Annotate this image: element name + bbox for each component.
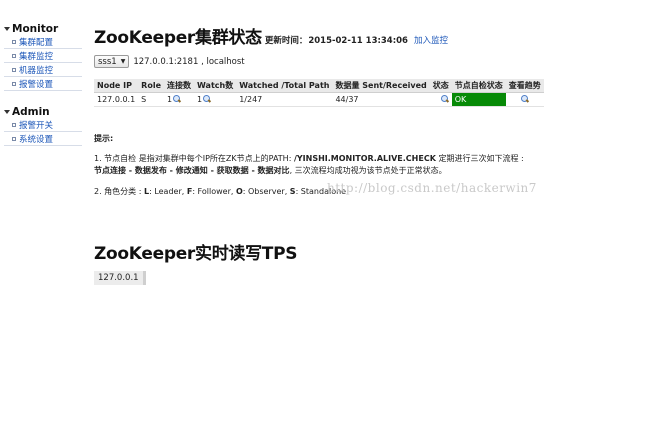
tip-roles: 2. 角色分类 : L: Leader, F: Follower, O: Obs… bbox=[94, 186, 346, 197]
update-time-label: 更新时间： bbox=[264, 36, 308, 46]
sidebar-item-label: 系统设置 bbox=[19, 134, 54, 145]
col-trend: 查看趋势 bbox=[505, 79, 544, 93]
magnifier-icon[interactable] bbox=[440, 95, 449, 103]
cell-connections: 1 bbox=[164, 92, 194, 107]
tip1-path: /YINSHI.MONITOR.ALIVE.CHECK bbox=[293, 154, 436, 163]
tip2-l-text: : Leader, bbox=[149, 187, 187, 196]
sidebar-item-machine-monitor[interactable]: 机器监控 bbox=[4, 63, 82, 77]
cluster-select-value: sss1 bbox=[98, 56, 117, 67]
col-watched-total: Watched /Total Path bbox=[236, 79, 333, 93]
sidebar-item-label: 报警开关 bbox=[19, 120, 54, 131]
sidebar-group-title: Admin bbox=[12, 105, 50, 118]
bullet-square-icon bbox=[12, 136, 16, 141]
bullet-square-icon bbox=[12, 122, 16, 127]
bullet-square-icon bbox=[12, 67, 16, 72]
cell-role: S bbox=[138, 92, 164, 107]
sidebar-item-alarm-switch[interactable]: 报警开关 bbox=[4, 118, 82, 132]
title-row: ZooKeeper集群状态 更新时间： 2015-02-11 13:34:06 … bbox=[94, 23, 448, 48]
magnifier-icon[interactable] bbox=[520, 95, 529, 103]
cell-node-ip: 127.0.0.1 bbox=[94, 92, 139, 107]
sidebar-item-label: 集群配置 bbox=[19, 37, 54, 48]
update-time-value: 2015-02-11 13:34:06 bbox=[308, 36, 408, 46]
col-status: 状态 bbox=[429, 79, 452, 93]
sidebar-item-cluster-config[interactable]: 集群配置 bbox=[4, 35, 82, 49]
sidebar-item-label: 报警设置 bbox=[19, 79, 54, 90]
chevron-down-icon: ▼ bbox=[120, 58, 126, 65]
cell-sent-received: 44/37 bbox=[332, 92, 430, 107]
cell-trend bbox=[505, 92, 544, 107]
cluster-host-text: 127.0.0.1:2181 , localhost bbox=[133, 56, 245, 67]
col-self-check: 节点自检状态 bbox=[451, 79, 506, 93]
tip1-text-b: 定期进行三次如下流程 : bbox=[435, 154, 524, 163]
join-monitor-link[interactable]: 加入监控 bbox=[414, 34, 448, 46]
cell-self-check: OK bbox=[451, 92, 506, 107]
sidebar-item-label: 集群监控 bbox=[19, 51, 54, 62]
sidebar-group-monitor: Monitor 集群配置 集群监控 机器监控 报警设置 bbox=[4, 22, 82, 91]
cluster-select[interactable]: sss1 ▼ bbox=[94, 55, 130, 68]
tip2-f-text: : Follower, bbox=[192, 187, 236, 196]
sidebar-group-header-admin[interactable]: Admin bbox=[4, 105, 82, 118]
table-header-row: Node IP Role 连接数 Watch数 Watched /Total P… bbox=[94, 79, 544, 93]
tip2-o-text: : Observer, bbox=[242, 187, 290, 196]
col-watches: Watch数 bbox=[194, 79, 237, 93]
cell-status bbox=[429, 92, 452, 107]
bullet-square-icon bbox=[12, 53, 16, 58]
watches-count: 1 bbox=[197, 94, 203, 104]
sidebar-item-label: 机器监控 bbox=[19, 65, 54, 76]
cell-watches: 1 bbox=[194, 92, 237, 107]
cluster-select-row: sss1 ▼ 127.0.0.1:2181 , localhost bbox=[94, 55, 245, 68]
sidebar-item-cluster-monitor[interactable]: 集群监控 bbox=[4, 49, 82, 63]
page-title: ZooKeeper集群状态 bbox=[94, 28, 262, 48]
cell-watched-total: 1/247 bbox=[236, 92, 333, 107]
sidebar-item-system-settings[interactable]: 系统设置 bbox=[4, 132, 82, 146]
tps-host-tab[interactable]: 127.0.0.1 bbox=[94, 271, 146, 285]
col-role: Role bbox=[138, 79, 164, 93]
collapse-triangle-icon bbox=[4, 110, 10, 114]
col-sent-received: 数据量 Sent/Received bbox=[332, 79, 430, 93]
col-connections: 连接数 bbox=[164, 79, 194, 93]
tip1-text-c: , 三次流程均成功视为该节点处于正常状态。 bbox=[289, 166, 447, 175]
bullet-square-icon bbox=[12, 81, 16, 86]
cluster-status-table: Node IP Role 连接数 Watch数 Watched /Total P… bbox=[94, 79, 544, 107]
tip-self-check: 1. 节点自检 是指对集群中每个IP所在ZK节点上的PATH: /YINSHI.… bbox=[94, 153, 574, 177]
sidebar-item-alarm-settings[interactable]: 报警设置 bbox=[4, 77, 82, 91]
sidebar: Monitor 集群配置 集群监控 机器监控 报警设置 Admin 报警开关 系… bbox=[4, 22, 82, 160]
page: Monitor 集群配置 集群监控 机器监控 报警设置 Admin 报警开关 系… bbox=[0, 0, 669, 423]
bullet-square-icon bbox=[12, 39, 16, 44]
magnifier-icon[interactable] bbox=[203, 95, 211, 103]
tip2-o: O bbox=[235, 187, 243, 196]
watermark: http://blog.csdn.net/hackerwin7 bbox=[327, 181, 537, 195]
tips-heading: 提示: bbox=[94, 134, 114, 143]
tip2-prefix: 2. 角色分类 : bbox=[94, 187, 144, 196]
tps-title: ZooKeeper实时读写TPS bbox=[94, 244, 298, 264]
sidebar-group-admin: Admin 报警开关 系统设置 bbox=[4, 105, 82, 146]
tip1-text-a: 1. 节点自检 是指对集群中每个IP所在ZK节点上的PATH: bbox=[94, 154, 294, 163]
col-node-ip: Node IP bbox=[94, 79, 139, 93]
tip1-steps: 节点连接 - 数据发布 - 修改通知 - 获取数据 - 数据对比 bbox=[94, 166, 290, 175]
sidebar-group-title: Monitor bbox=[12, 22, 59, 35]
connections-count: 1 bbox=[167, 94, 173, 104]
sidebar-group-header-monitor[interactable]: Monitor bbox=[4, 22, 82, 35]
table-row: 127.0.0.1 S 1 1 1/247 44/37 OK bbox=[94, 92, 544, 107]
collapse-triangle-icon bbox=[4, 27, 10, 31]
magnifier-icon[interactable] bbox=[173, 95, 181, 103]
